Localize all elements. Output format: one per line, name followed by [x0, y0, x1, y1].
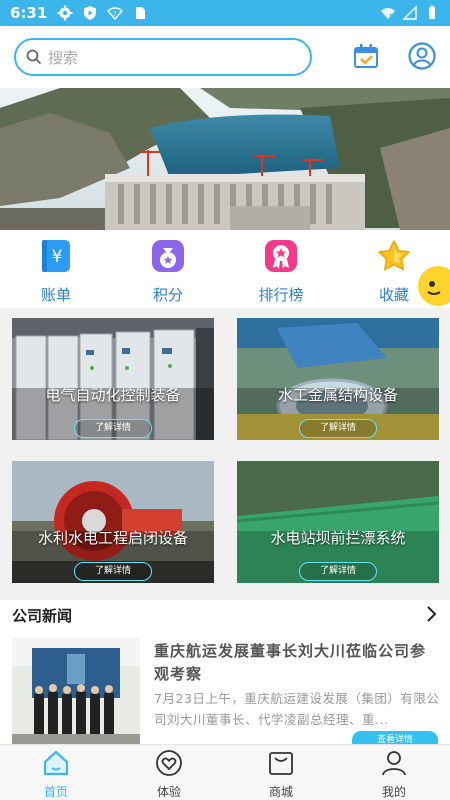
- tab-label: 商城: [268, 785, 293, 799]
- product-card-title: 电气自动化控制装备: [45, 386, 181, 404]
- status-system-icons: [380, 5, 440, 21]
- app-screen: 6:31 ? 搜索 ¥ 账单 积分 排行榜 收藏 电气自动化控制装备 了解详情 …: [0, 0, 450, 800]
- quick-nav-ranking[interactable]: 排行榜: [241, 238, 321, 305]
- search-icon: [26, 49, 42, 65]
- bottom-tab-bar: 首页 体验 商城 我的: [0, 744, 450, 800]
- signal-icon: [402, 5, 417, 20]
- search-placeholder: 搜索: [48, 48, 79, 67]
- tab-experience[interactable]: 体验: [129, 749, 209, 800]
- quick-nav-points[interactable]: 积分: [128, 238, 208, 305]
- product-card[interactable]: 水利水电工程启闭设备 了解详情: [12, 461, 214, 583]
- search-input[interactable]: 搜索: [14, 38, 312, 76]
- tab-label: 我的: [381, 785, 406, 799]
- quick-nav: ¥ 账单 积分 排行榜 收藏: [0, 230, 450, 308]
- profile-avatar-icon[interactable]: [408, 42, 436, 70]
- status-time: 6:31: [10, 4, 48, 22]
- shield-play-icon: [84, 6, 97, 20]
- status-bar: 6:31 ?: [0, 0, 450, 26]
- user-icon: [382, 751, 406, 776]
- quick-nav-bill[interactable]: ¥ 账单: [16, 238, 96, 305]
- news-list-item[interactable]: 重庆航运发展董事长刘大川莅临公司参观考察 7月23日上午，重庆航运建设发展（集团…: [0, 630, 450, 744]
- tab-label: 体验: [156, 785, 181, 799]
- learn-more-button[interactable]: 了解详情: [74, 562, 152, 581]
- chevron-right-icon[interactable]: [426, 604, 438, 624]
- wifi-x-icon: [381, 8, 395, 19]
- home-icon: [43, 750, 69, 776]
- award-ribbon-icon: [265, 240, 297, 272]
- battery-icon: [429, 5, 435, 19]
- sd-card-icon: [136, 7, 146, 19]
- learn-more-button[interactable]: 了解详情: [299, 562, 377, 581]
- floating-assistant-icon[interactable]: [418, 266, 450, 306]
- quick-nav-label: 积分: [152, 286, 183, 304]
- wifi-question-icon: ?: [107, 7, 124, 21]
- star-icon: [378, 240, 410, 271]
- svg-text:¥: ¥: [52, 247, 63, 267]
- news-section-title: 公司新闻: [12, 607, 73, 625]
- heart-icon: [156, 750, 182, 776]
- product-card-title: 水工金属结构设备: [277, 386, 398, 404]
- svg-text:?: ?: [113, 10, 117, 18]
- top-header: 搜索: [0, 26, 450, 88]
- product-card[interactable]: 水工金属结构设备 了解详情: [237, 318, 439, 440]
- product-card-title: 水电站坝前拦漂系统: [270, 529, 406, 547]
- settings-gear-icon: [57, 5, 73, 21]
- tab-mall[interactable]: 商城: [241, 749, 321, 800]
- news-summary: 7月23日上午，重庆航运建设发展（集团）有限公司刘大川董事长、代学凌副总经理、重…: [154, 691, 440, 727]
- quick-nav-label: 账单: [40, 286, 71, 304]
- view-details-button[interactable]: 查看详情: [352, 731, 438, 744]
- tab-home[interactable]: 首页: [16, 749, 96, 800]
- news-thumbnail: [12, 638, 140, 744]
- learn-more-button[interactable]: 了解详情: [74, 419, 152, 438]
- news-headline: 重庆航运发展董事长刘大川莅临公司参观考察: [154, 642, 427, 683]
- shopping-bag-icon: [269, 752, 293, 775]
- quick-nav-label: 排行榜: [258, 286, 304, 304]
- money-bag-icon: [152, 240, 184, 272]
- product-card-title: 水利水电工程启闭设备: [37, 529, 188, 547]
- tab-mine[interactable]: 我的: [354, 749, 434, 800]
- dam-landscape-image: [0, 88, 450, 230]
- product-card[interactable]: 水电站坝前拦漂系统 了解详情: [237, 461, 439, 583]
- tab-label: 首页: [43, 785, 68, 799]
- product-grid: 电气自动化控制装备 了解详情 水工金属结构设备 了解详情 水利水电工程启闭设备 …: [0, 308, 450, 600]
- status-notification-icons: ?: [57, 5, 148, 21]
- ledger-icon: ¥: [42, 240, 70, 272]
- hero-banner[interactable]: [0, 88, 450, 230]
- learn-more-button[interactable]: 了解详情: [299, 419, 377, 438]
- product-card[interactable]: 电气自动化控制装备 了解详情: [12, 318, 214, 440]
- calendar-check-icon[interactable]: [352, 42, 380, 70]
- news-section-header[interactable]: 公司新闻: [0, 600, 450, 630]
